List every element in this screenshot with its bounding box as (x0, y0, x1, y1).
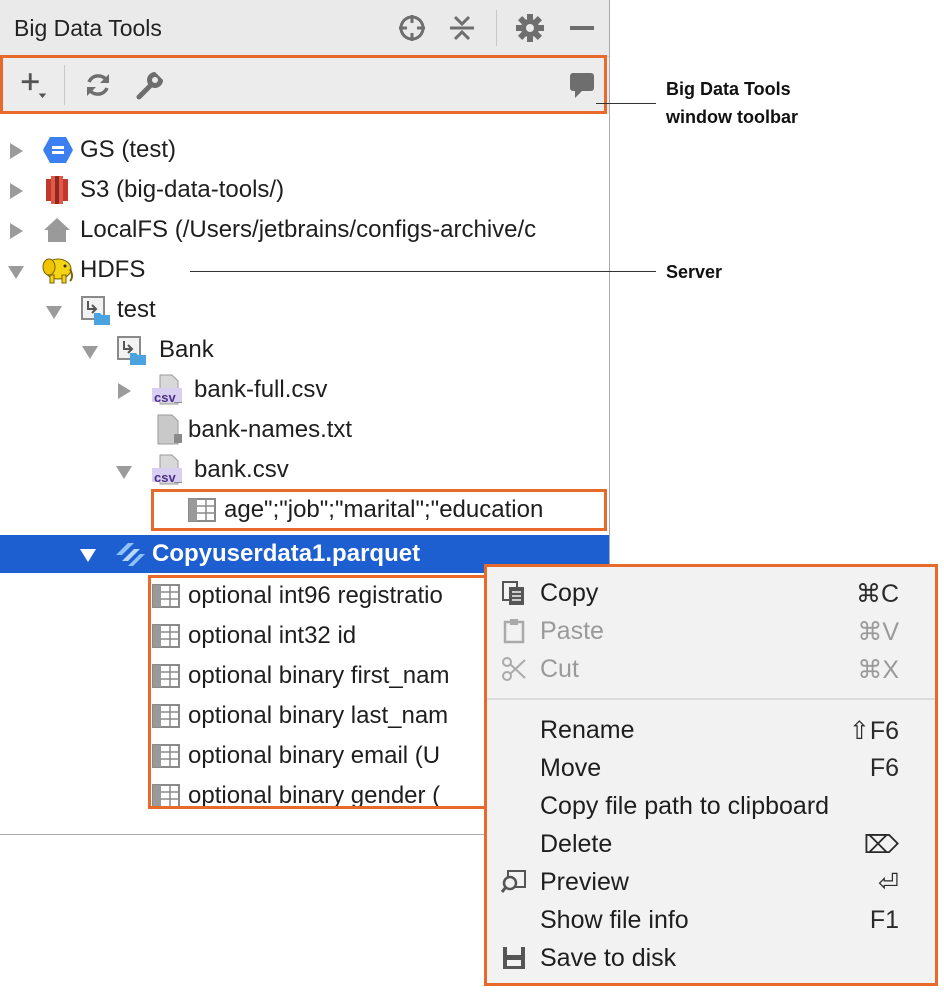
menu-separator (487, 698, 935, 700)
tree-label: bank.csv (194, 456, 289, 483)
menu-item-rename[interactable]: Rename ⇧F6 (487, 711, 935, 749)
collapse-arrow-icon[interactable] (80, 549, 96, 562)
expand-arrow-icon[interactable] (10, 223, 23, 239)
preview-icon (500, 869, 529, 897)
csv-badge: csv (154, 390, 176, 405)
tree-item-gs[interactable]: GS (test) (0, 130, 609, 170)
home-icon (43, 216, 71, 249)
tree-label: GS (test) (80, 136, 177, 163)
menu-shortcut: ⌘V (857, 618, 899, 646)
expand-arrow-icon[interactable] (118, 383, 131, 399)
title-bar: Big Data Tools (0, 0, 609, 57)
menu-label: Preview (540, 868, 629, 896)
context-menu: Copy ⌘C Paste ⌘V Cut ⌘X Rename ⇧F6 Move … (484, 564, 938, 986)
tree-item-localfs[interactable]: LocalFS (/Users/jetbrains/configs-archiv… (0, 210, 609, 250)
parquet-file-icon (114, 541, 146, 572)
menu-item-copy-path[interactable]: Copy file path to clipboard (487, 787, 935, 825)
tree-label: S3 (big-data-tools/) (80, 176, 285, 203)
paste-icon (501, 618, 529, 646)
menu-item-preview[interactable]: Preview ⏎ (487, 863, 935, 901)
collapse-arrow-icon[interactable] (82, 346, 98, 359)
tree-label: bank-names.txt (188, 416, 353, 443)
tree-label: LocalFS (/Users/jetbrains/configs-archiv… (80, 216, 537, 243)
tree-item-bank[interactable]: Bank (0, 330, 609, 370)
toolbar-callout-line1: Big Data Tools (666, 79, 791, 99)
scissors-icon (501, 656, 529, 684)
menu-label: Paste (540, 617, 604, 645)
menu-label: Copy file path to clipboard (540, 792, 830, 820)
menu-item-copy[interactable]: Copy ⌘C (487, 574, 935, 612)
menu-shortcut: ⇧F6 (848, 717, 899, 745)
menu-label: Move (540, 754, 602, 782)
menu-label: Rename (540, 716, 635, 744)
expand-arrow-icon[interactable] (10, 143, 23, 159)
menu-shortcut: F1 (869, 906, 899, 934)
menu-item-paste[interactable]: Paste ⌘V (487, 612, 935, 650)
aws-s3-icon (44, 175, 70, 210)
tree-item-bank-full-csv[interactable]: csv bank-full.csv (0, 370, 609, 410)
tree-label: HDFS (80, 256, 146, 283)
tree-item-hdfs[interactable]: HDFS (0, 250, 609, 290)
tree-item-s3[interactable]: S3 (big-data-tools/) (0, 170, 609, 210)
title-divider (496, 10, 497, 46)
crosshair-icon[interactable] (396, 12, 428, 44)
text-file-icon (156, 414, 184, 451)
fields-highlight (148, 575, 488, 809)
menu-item-move[interactable]: Move F6 (487, 749, 935, 787)
save-disk-icon (501, 945, 529, 973)
menu-item-delete[interactable]: Delete ⌦ (487, 825, 935, 863)
window-title: Big Data Tools (14, 15, 162, 41)
toolbar-callout-line2: window toolbar (666, 107, 798, 127)
minimize-icon[interactable] (566, 12, 598, 44)
tree-label: Copyuserdata1.parquet (152, 540, 421, 567)
menu-shortcut: ⌦ (863, 831, 899, 859)
tree-label: bank-full.csv (194, 376, 328, 403)
menu-label: Show file info (540, 906, 689, 934)
tree-item-bank-csv[interactable]: csv bank.csv (0, 450, 609, 490)
expand-arrow-icon[interactable] (10, 183, 23, 199)
tree-label: Bank (159, 336, 214, 363)
menu-label: Delete (540, 830, 613, 858)
menu-shortcut: ⌘X (857, 656, 899, 684)
mounted-folder-icon (80, 295, 112, 332)
toolbar-callout: Big Data Tools window toolbar (666, 75, 798, 131)
menu-shortcut: ⏎ (878, 869, 899, 897)
toolbar-highlight (0, 55, 607, 114)
csv-row-highlight (151, 489, 607, 531)
server-callout-line (190, 271, 656, 272)
collapse-icon[interactable] (446, 12, 478, 44)
server-callout: Server (666, 262, 723, 282)
collapse-arrow-icon[interactable] (46, 306, 62, 319)
gear-icon[interactable] (514, 12, 546, 44)
menu-shortcut: F6 (869, 754, 899, 782)
menu-shortcut: ⌘C (855, 580, 899, 608)
toolbar-callout-line (596, 103, 656, 104)
tree-item-test[interactable]: test (0, 290, 609, 330)
mounted-folder-icon (116, 335, 148, 372)
menu-item-show-file-info[interactable]: Show file info F1 (487, 901, 935, 939)
csv-badge: csv (154, 470, 176, 485)
menu-label: Save to disk (540, 944, 677, 972)
menu-item-save-to-disk[interactable]: Save to disk (487, 939, 935, 977)
hadoop-elephant-icon (40, 255, 74, 290)
collapse-arrow-icon[interactable] (116, 466, 132, 479)
copy-icon (501, 580, 529, 608)
collapse-arrow-icon[interactable] (8, 266, 24, 279)
tree-label: test (117, 296, 156, 323)
google-storage-icon (42, 136, 74, 169)
menu-label: Cut (540, 655, 579, 683)
menu-item-cut[interactable]: Cut ⌘X (487, 650, 935, 688)
menu-label: Copy (540, 579, 599, 607)
tree-item-bank-names-txt[interactable]: bank-names.txt (0, 410, 609, 450)
